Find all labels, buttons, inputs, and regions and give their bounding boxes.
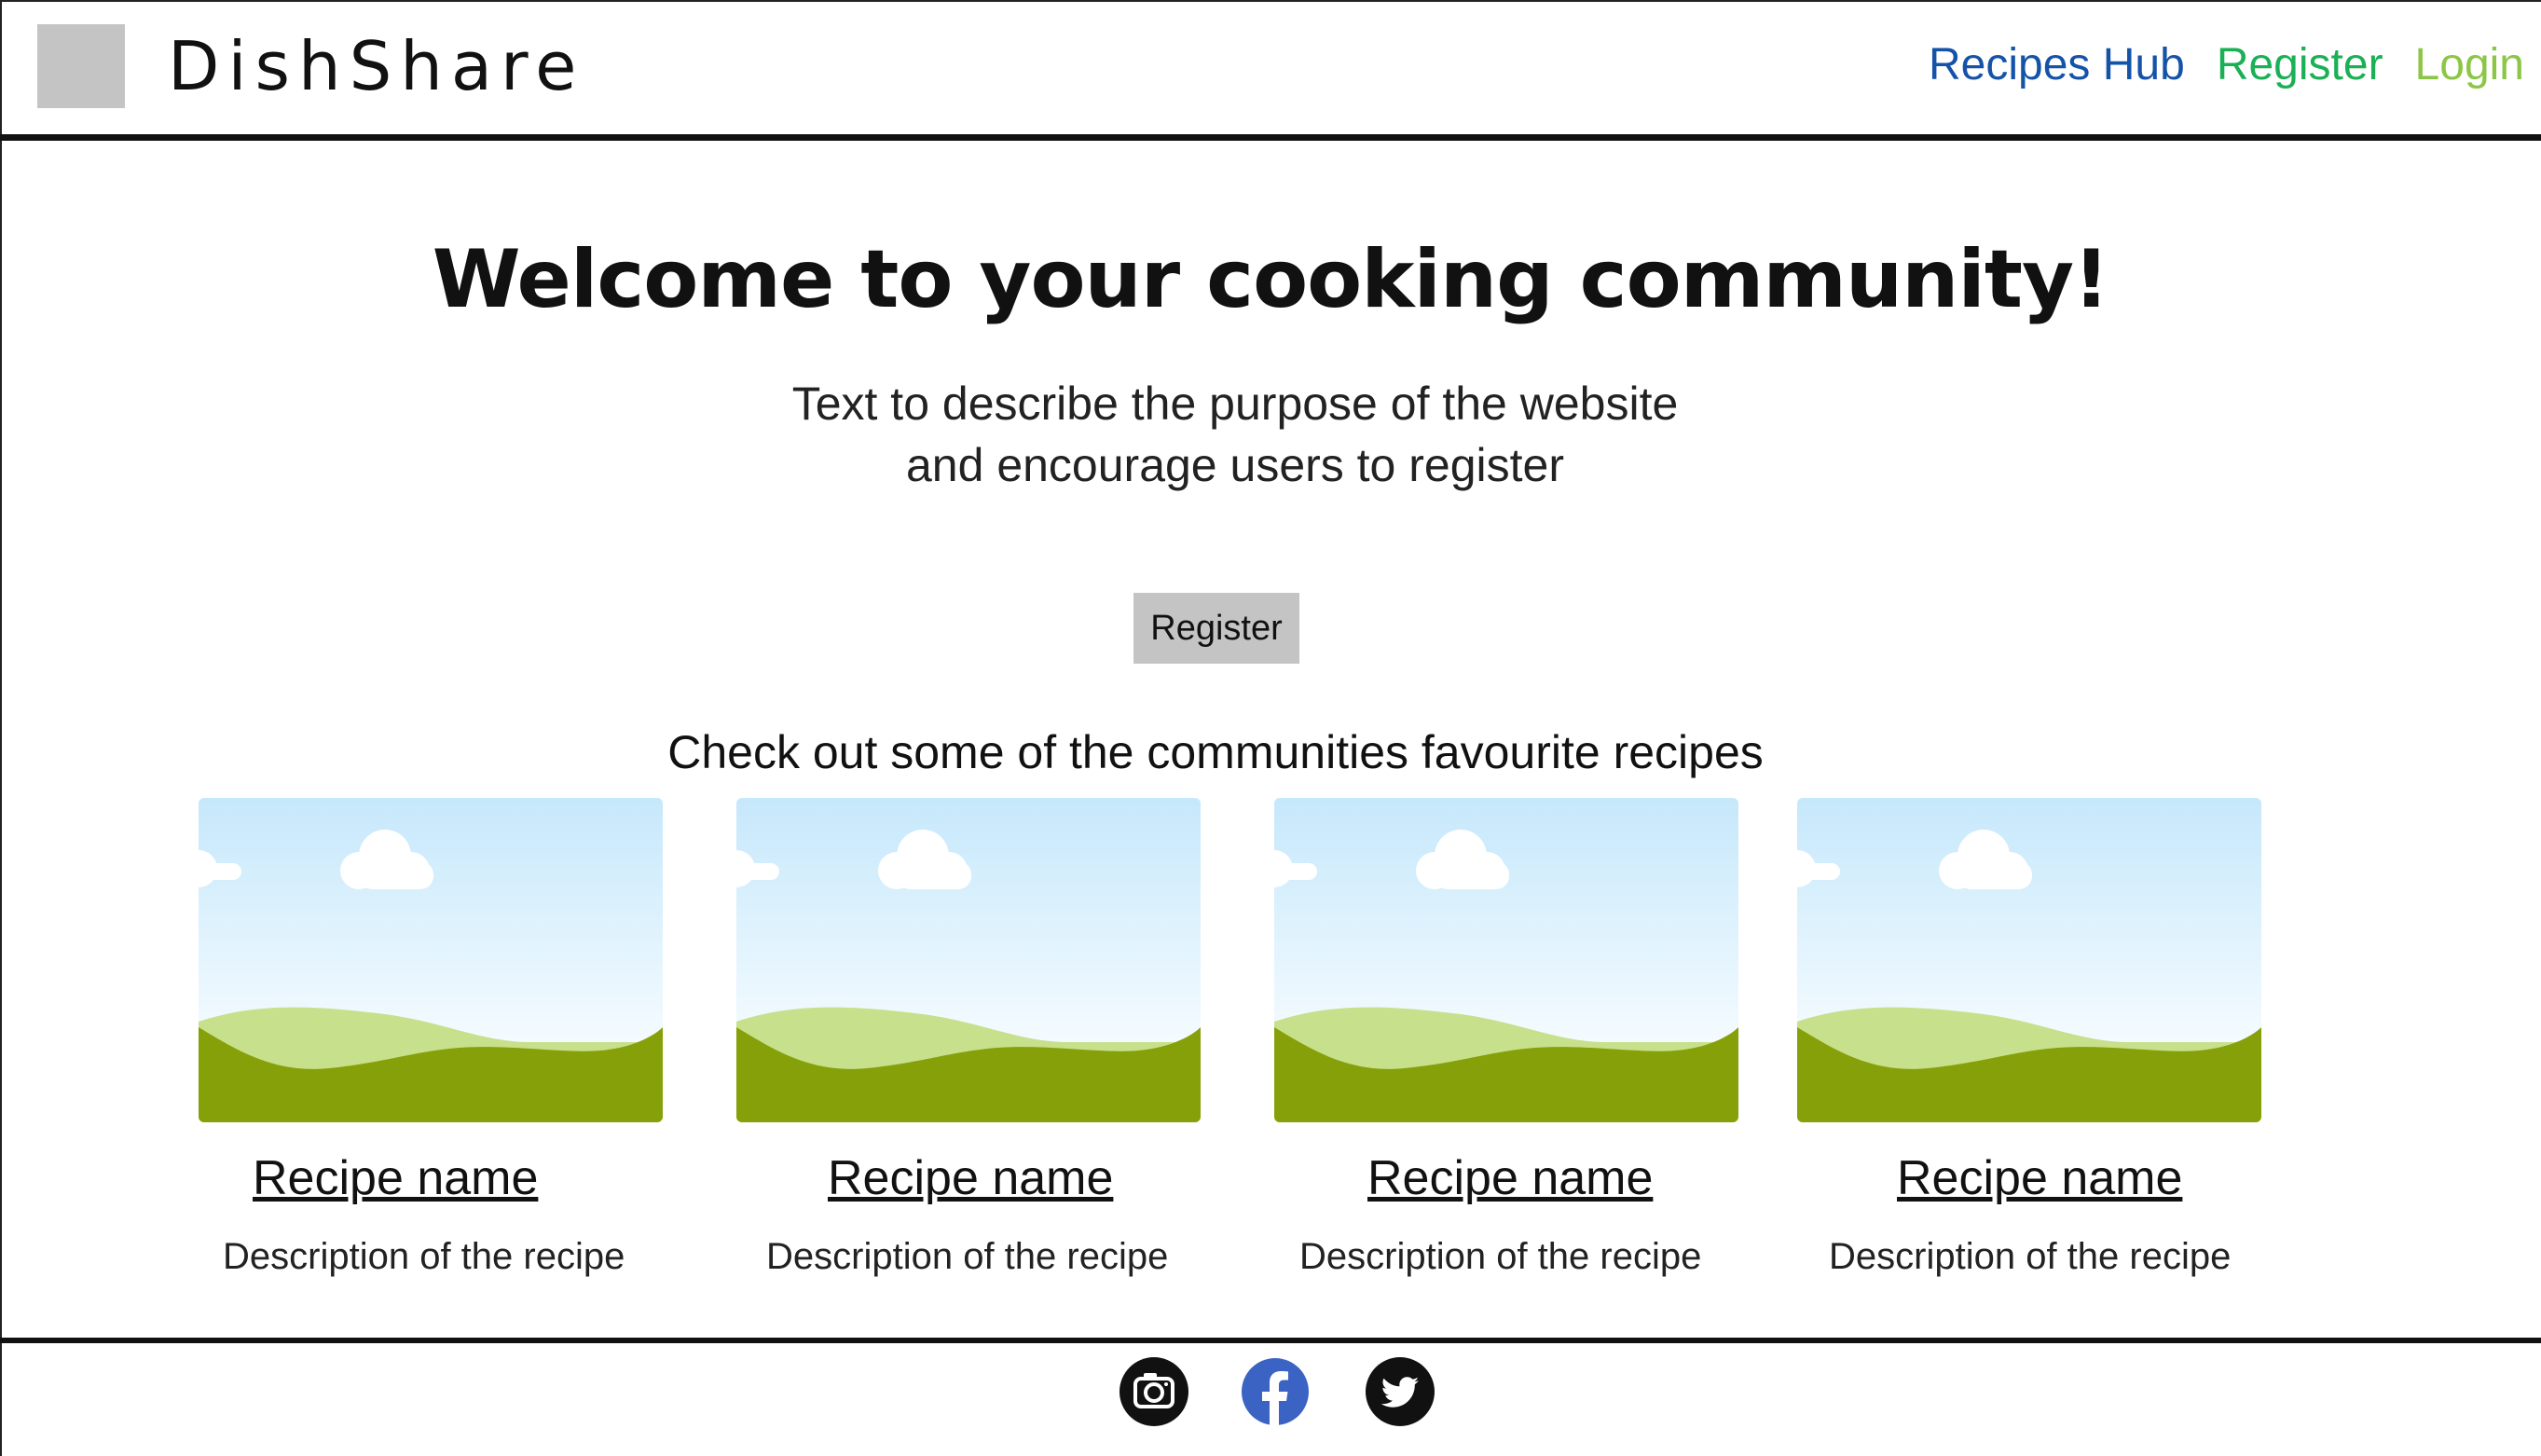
main-nav: Recipes Hub Register Login xyxy=(1929,37,2524,93)
brand-name[interactable]: DishShare xyxy=(168,24,584,108)
instagram-icon[interactable] xyxy=(1119,1356,1189,1427)
hero-register-button[interactable]: Register xyxy=(1133,593,1299,664)
landscape-placeholder-icon[interactable] xyxy=(736,798,1201,1122)
recipe-description: Description of the recipe xyxy=(1299,1236,1702,1277)
hero-description-line: Text to describe the purpose of the webs… xyxy=(791,378,1679,430)
hero-description: Text to describe the purpose of the webs… xyxy=(0,373,2470,496)
twitter-icon[interactable] xyxy=(1365,1356,1435,1427)
nav-recipes-hub[interactable]: Recipes Hub xyxy=(1929,37,2185,93)
footer-divider xyxy=(0,1338,2541,1343)
recipe-card[interactable]: Recipe name Description of the recipe xyxy=(1797,798,2261,1277)
recipe-description: Description of the recipe xyxy=(766,1236,1169,1277)
site-header: DishShare Recipes Hub Register Login xyxy=(0,0,2541,136)
recipe-name-link[interactable]: Recipe name xyxy=(1897,1150,2182,1206)
facebook-icon[interactable] xyxy=(1240,1356,1311,1427)
recipe-description: Description of the recipe xyxy=(223,1236,625,1277)
landscape-placeholder-icon[interactable] xyxy=(1797,798,2261,1122)
hero-title: Welcome to your cooking community! xyxy=(432,233,2110,326)
recipe-card[interactable]: Recipe name Description of the recipe xyxy=(1274,798,1738,1277)
logo-placeholder[interactable] xyxy=(37,24,125,108)
nav-register[interactable]: Register xyxy=(2217,37,2383,93)
favourites-heading: Check out some of the communities favour… xyxy=(667,726,1764,778)
recipe-name-link[interactable]: Recipe name xyxy=(1367,1150,1653,1206)
header-divider xyxy=(0,134,2541,141)
hero-description-line: and encourage users to register xyxy=(906,439,1564,491)
recipe-description: Description of the recipe xyxy=(1829,1236,2232,1277)
recipe-card[interactable]: Recipe name Description of the recipe xyxy=(199,798,663,1277)
landscape-placeholder-icon[interactable] xyxy=(1274,798,1738,1122)
recipe-name-link[interactable]: Recipe name xyxy=(828,1150,1113,1206)
recipe-card[interactable]: Recipe name Description of the recipe xyxy=(736,798,1201,1277)
landscape-placeholder-icon[interactable] xyxy=(199,798,663,1122)
nav-login[interactable]: Login xyxy=(2415,37,2524,93)
recipe-name-link[interactable]: Recipe name xyxy=(253,1150,538,1206)
